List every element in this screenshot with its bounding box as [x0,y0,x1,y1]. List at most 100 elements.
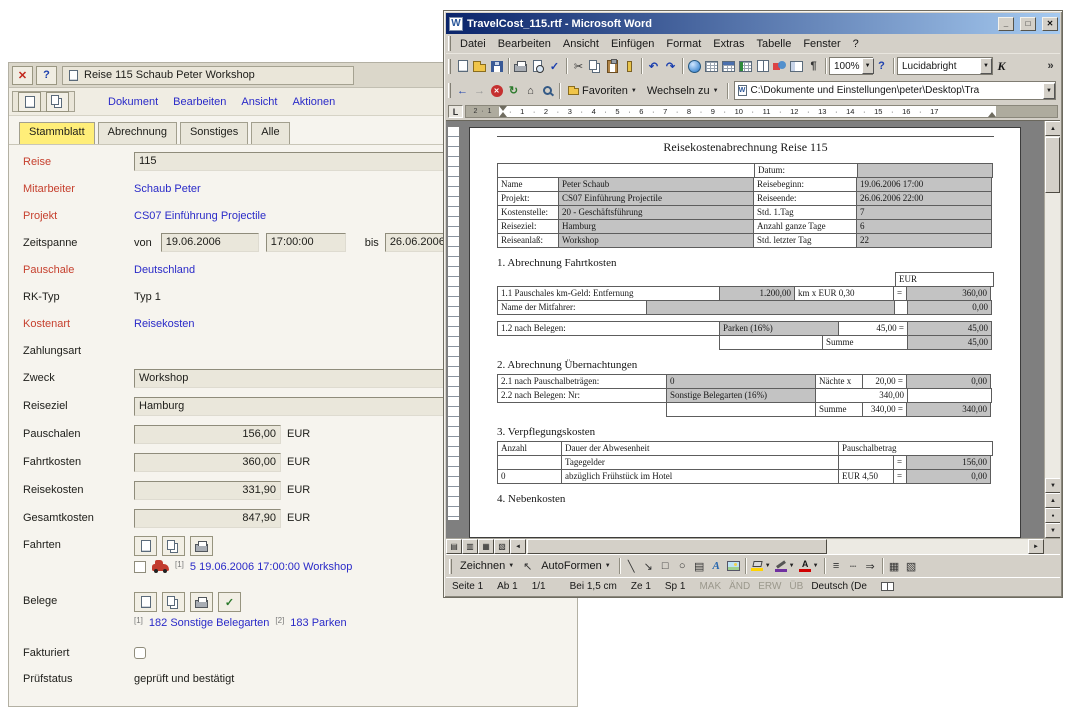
insert-excel-icon[interactable] [737,57,754,76]
italic-button[interactable]: K [993,57,1010,76]
line-style-icon[interactable]: ≡ [828,557,845,576]
print-preview-icon[interactable] [529,57,546,76]
pauschale-link[interactable]: Deutschland [134,264,195,276]
beleg-link-182[interactable]: 182 Sonstige Belegarten [149,617,269,629]
menu-datei[interactable]: Datei [454,36,492,52]
save-icon[interactable] [488,57,505,76]
back-icon[interactable]: ← [454,81,471,100]
goto-button[interactable]: Wechseln zu ▼ [642,84,724,98]
status-aend-toggle[interactable]: ÄND [729,581,750,592]
outline-view-button[interactable]: ▧ [494,539,510,554]
scrollbar-track[interactable] [1045,136,1060,478]
belege-copy-icon[interactable] [162,592,185,612]
menu-aktionen[interactable]: Aktionen [292,96,335,108]
wordart-icon[interactable]: A [708,557,725,576]
spelling-icon[interactable]: ✓ [546,57,563,76]
scrollbar-thumb[interactable] [1045,137,1060,193]
vertical-scrollbar[interactable]: ▲ ▼ ▲ ● ▼ [1044,121,1060,538]
document-page[interactable]: Reisekostenabrechnung Reise 115 Datum: N… [469,127,1021,538]
beleg-link-183[interactable]: 183 Parken [290,617,346,629]
tab-selector-button[interactable]: L [448,105,463,118]
zeichnen-button[interactable]: Zeichnen ▼ [455,559,519,573]
redo-icon[interactable]: ↷ [662,57,679,76]
menu-einfuegen[interactable]: Einfügen [605,36,660,52]
scroll-up-icon[interactable]: ▲ [1045,121,1060,136]
tab-sonstiges[interactable]: Sonstiges [180,122,248,144]
fahrten-print-icon[interactable] [190,536,213,556]
menu-bearbeiten[interactable]: Bearbeiten [492,36,557,52]
tab-abrechnung[interactable]: Abrechnung [98,122,177,144]
show-hide-icon[interactable]: ¶ [805,57,822,76]
belege-new-icon[interactable] [134,592,157,612]
toolbar-grip[interactable] [449,559,452,574]
chevron-down-icon[interactable]: ▼ [862,58,874,74]
status-mak-toggle[interactable]: MAK [699,581,721,592]
fill-color-icon[interactable]: ▼ [749,561,773,571]
hscrollbar-thumb[interactable] [527,539,827,554]
close-icon[interactable]: ✕ [12,66,33,85]
select-browse-object-icon[interactable]: ● [1045,508,1060,523]
font-color-icon[interactable]: A ▼ [797,560,821,572]
paste-icon[interactable] [604,57,621,76]
tables-borders-icon[interactable] [703,57,720,76]
favorites-button[interactable]: Favoriten ▼ [563,84,642,98]
threed-icon[interactable]: ▧ [903,557,920,576]
close-icon[interactable]: ✕ [1042,17,1058,31]
von-time-input[interactable]: 17:00:00 [266,233,346,252]
toolbar-overflow-icon[interactable]: » [1042,57,1059,76]
menu-format[interactable]: Format [660,36,707,52]
chevron-down-icon[interactable]: ▼ [980,58,992,74]
menu-extras[interactable]: Extras [707,36,750,52]
clipart-icon[interactable] [725,557,742,576]
menu-bearbeiten[interactable]: Bearbeiten [173,96,226,108]
stop-icon[interactable]: ✕ [488,81,505,100]
address-dropdown-icon[interactable]: ▼ [1043,83,1055,99]
textbox-icon[interactable]: ▤ [691,557,708,576]
normal-view-button[interactable]: ▤ [446,539,462,554]
hanging-indent-marker[interactable] [499,112,507,117]
fahrt-checkbox[interactable] [134,561,146,573]
copy-icon[interactable] [587,57,604,76]
menu-ansicht[interactable]: Ansicht [557,36,605,52]
help-icon[interactable]: ? [873,57,890,76]
toolbar-grip[interactable] [448,83,451,98]
tab-alle[interactable]: Alle [251,122,289,144]
fahrten-copy-icon[interactable] [162,536,185,556]
fahrt-link[interactable]: 5 19.06.2006 17:00:00 Workshop [190,561,352,573]
menu-fenster[interactable]: Fenster [797,36,846,52]
address-bar[interactable]: W C:\Dokumente und Einstellungen\peter\D… [734,81,1056,100]
right-indent-marker[interactable] [988,112,996,117]
minimize-icon[interactable]: _ [998,17,1014,31]
belege-approve-icon[interactable]: ✓ [218,592,241,612]
tab-stammblatt[interactable]: Stammblatt [19,122,95,144]
copy-document-icon[interactable] [46,92,69,112]
previous-page-icon[interactable]: ▲ [1045,493,1060,508]
home-icon[interactable]: ⌂ [522,81,539,100]
drawing-icon[interactable] [771,57,788,76]
help-icon[interactable]: ? [36,66,57,85]
pauschalen-input[interactable]: 156,00 [134,425,281,444]
scroll-down-icon[interactable]: ▼ [1045,478,1060,493]
menu-tabelle[interactable]: Tabelle [750,36,797,52]
line-color-icon[interactable]: ▼ [773,560,797,572]
print-icon[interactable] [512,57,529,76]
document-map-icon[interactable] [788,57,805,76]
bis-date-input[interactable]: 26.06.2006 [385,233,452,252]
first-line-indent-marker[interactable] [499,106,507,111]
projekt-link[interactable]: CS07 Einführung Projectile [134,210,266,222]
kostenart-link[interactable]: Reisekosten [134,318,195,330]
oval-icon[interactable]: ○ [674,557,691,576]
refresh-icon[interactable]: ↻ [505,81,522,100]
toolbar-grip[interactable] [448,36,451,51]
toolbar-grip[interactable] [448,59,451,74]
menu-hilfe[interactable]: ? [847,36,865,52]
shadow-icon[interactable]: ▦ [886,557,903,576]
gesamtkosten-input[interactable]: 847,90 [134,509,281,528]
next-page-icon[interactable]: ▼ [1045,523,1060,538]
forward-icon[interactable]: → [471,81,488,100]
format-painter-icon[interactable] [621,57,638,76]
line-icon[interactable]: ╲ [623,557,640,576]
fahrtkosten-input[interactable]: 360,00 [134,453,281,472]
open-icon[interactable] [471,57,488,76]
scroll-right-icon[interactable]: ► [1028,539,1044,554]
